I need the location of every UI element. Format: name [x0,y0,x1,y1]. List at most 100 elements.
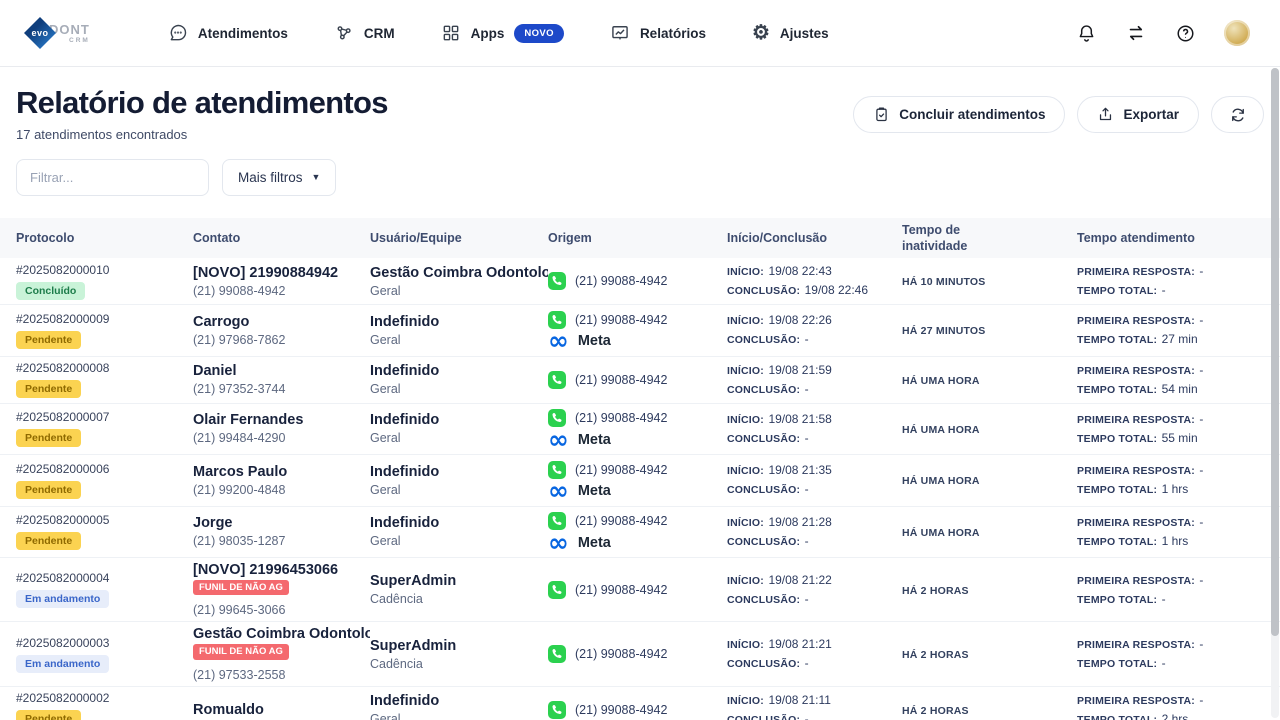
menu-label: CRM [364,26,395,41]
origin-text: Meta [578,432,611,448]
table-row[interactable]: #2025082000003Em andamentoGestão Coimbra… [0,622,1280,686]
inicio-value: 19/08 21:35 [768,463,831,477]
conclusao-label: CONCLUSÃO: [727,658,800,670]
table-row[interactable]: #2025082000002PendenteRomualdoIndefinido… [0,687,1280,720]
protocol-cell: #2025082000002Pendente [16,691,193,720]
protocol-cell: #2025082000003Em andamento [16,636,193,673]
primeira-resposta-label: PRIMEIRA RESPOSTA: [1077,517,1195,529]
team-name: Geral [370,482,548,498]
user-cell: SuperAdminCadência [370,637,548,672]
conclusao: CONCLUSÃO: 19/08 22:46 [727,282,902,299]
team-name: Geral [370,381,548,397]
primeira-resposta-value: - [1199,637,1203,651]
menu-label: Atendimentos [198,26,288,41]
tempo-total-value: - [1162,283,1166,297]
menu-item-atendimentos[interactable]: Atendimentos [168,23,288,43]
export-button[interactable]: Exportar [1077,96,1199,133]
inicio: INÍCIO: 19/08 21:11 [727,692,902,709]
team-name: Geral [370,711,548,720]
table-row[interactable]: #2025082000010Concluído[NOVO] 2199088494… [0,258,1280,305]
status-badge: Pendente [16,429,81,447]
status-badge: Pendente [16,380,81,398]
inicio-value: 19/08 22:43 [768,264,831,278]
dates-cell: INÍCIO: 19/08 21:21CONCLUSÃO: - [727,634,902,674]
conclusao: CONCLUSÃO: - [727,591,902,608]
novo-badge: NOVO [514,24,564,43]
tempo-cell: PRIMEIRA RESPOSTA: -TEMPO TOTAL: 1 hrs [1077,460,1264,500]
origin-text: (21) 99088-4942 [575,411,667,425]
origin-meta: ∞Meta [548,430,727,450]
contact-name: Marcos Paulo [193,463,370,481]
more-filters-button[interactable]: Mais filtros ▼ [222,159,336,196]
conclusao: CONCLUSÃO: - [727,331,902,348]
conclusao-value: - [805,382,809,396]
inicio: INÍCIO: 19/08 21:59 [727,362,902,379]
contact-name: Jorge [193,514,370,532]
scrollbar-track[interactable] [1271,68,1279,718]
dates-cell: INÍCIO: 19/08 22:43CONCLUSÃO: 19/08 22:4… [727,261,902,301]
table-row[interactable]: #2025082000006PendenteMarcos Paulo(21) 9… [0,455,1280,507]
tempo-total: TEMPO TOTAL: - [1077,655,1264,672]
tempo-total: TEMPO TOTAL: 1 hrs [1077,481,1264,498]
conclusao: CONCLUSÃO: - [727,481,902,498]
user-name: Indefinido [370,692,548,710]
inactivity-value: HÁ UMA HORA [902,375,980,387]
protocol-id: #2025082000002 [16,691,193,705]
team-name: Geral [370,283,548,299]
results-count: 17 atendimentos encontrados [16,127,388,142]
tempo-total-label: TEMPO TOTAL: [1077,433,1157,445]
menu-item-relatorios[interactable]: Relatórios [610,23,706,43]
help-icon[interactable] [1175,23,1196,44]
inactivity-cell: HÁ UMA HORA [902,420,1077,438]
transfer-icon[interactable] [1125,22,1147,44]
app-logo[interactable]: evo DONT CRM [24,17,90,49]
menu-item-crm[interactable]: CRM [334,23,395,43]
table-row[interactable]: #2025082000009PendenteCarrogo(21) 97968-… [0,305,1280,357]
origin-text: Meta [578,483,611,499]
menu-item-ajustes[interactable]: ⚙ Ajustes [752,23,829,43]
table-row[interactable]: #2025082000005PendenteJorge(21) 98035-12… [0,507,1280,559]
conclusao-value: 19/08 22:46 [805,283,868,297]
conclude-button[interactable]: Concluir atendimentos [853,96,1065,133]
refresh-button[interactable] [1211,96,1264,133]
tempo-total-value: 2 hrs [1162,712,1189,720]
inactivity-value: HÁ 10 MINUTOS [902,276,986,288]
origin-whatsapp: (21) 99088-4942 [548,310,727,330]
primeira-resposta-label: PRIMEIRA RESPOSTA: [1077,639,1195,651]
tempo-cell: PRIMEIRA RESPOSTA: -TEMPO TOTAL: - [1077,261,1264,301]
contact-name: [NOVO] 21990884942 [193,264,370,282]
origin-text: (21) 99088-4942 [575,703,667,717]
inicio: INÍCIO: 19/08 21:35 [727,462,902,479]
inactivity-cell: HÁ 27 MINUTOS [902,321,1077,339]
origin-cell: (21) 99088-4942∞Meta [548,458,727,503]
bell-icon[interactable] [1076,23,1097,44]
funnel-tag: FUNIL DE NÃO AG [193,580,289,595]
whatsapp-icon [548,272,566,290]
primeira-resposta-value: - [1199,264,1203,278]
conclusao-label: CONCLUSÃO: [727,285,800,297]
primeira-resposta-value: - [1199,515,1203,529]
primeira-resposta-label: PRIMEIRA RESPOSTA: [1077,365,1195,377]
tempo-total-label: TEMPO TOTAL: [1077,714,1157,720]
inicio-label: INÍCIO: [727,575,764,587]
user-name: Indefinido [370,514,548,532]
protocol-id: #2025082000010 [16,263,193,277]
filter-input[interactable] [16,159,209,196]
menu-item-apps[interactable]: Apps NOVO [441,23,564,43]
table-row[interactable]: #2025082000008PendenteDaniel(21) 97352-3… [0,357,1280,404]
user-cell: IndefinidoGeral [370,362,548,397]
funnel-tag-row: FUNIL DE NÃO AG [193,579,370,601]
conclusao: CONCLUSÃO: - [727,655,902,672]
origin-text: (21) 99088-4942 [575,313,667,327]
table-row[interactable]: #2025082000004Em andamento[NOVO] 2199645… [0,558,1280,622]
contact-phone: (21) 99088-4942 [193,283,370,299]
origin-cell: (21) 99088-4942 [548,368,727,391]
col-header-tempo-atendimento: Tempo atendimento [1077,231,1264,245]
scrollbar-thumb[interactable] [1271,68,1279,636]
contact-cell: [NOVO] 21990884942(21) 99088-4942 [193,264,370,299]
funnel-tag-row: FUNIL DE NÃO AG [193,643,370,665]
avatar[interactable] [1224,20,1250,46]
origin-whatsapp: (21) 99088-4942 [548,370,727,390]
col-header-origem: Origem [548,231,727,245]
table-row[interactable]: #2025082000007PendenteOlair Fernandes(21… [0,404,1280,456]
